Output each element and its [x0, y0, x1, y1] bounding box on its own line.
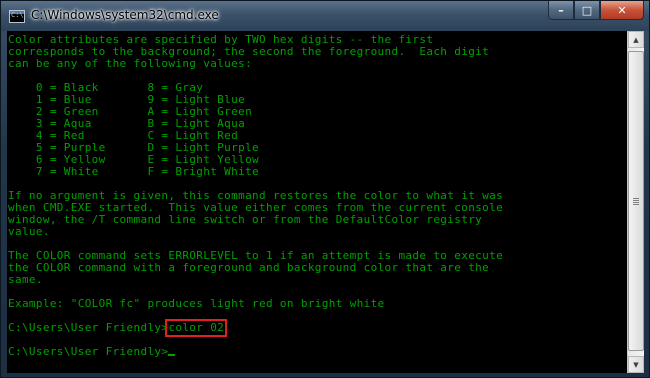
console-text: Color attributes are specified by TWO he…	[7, 31, 627, 358]
scroll-up-button[interactable]: ▲	[628, 31, 644, 48]
maximize-button[interactable]: □	[574, 1, 600, 20]
arrow-down-icon: ▼	[633, 360, 639, 369]
command-text: color 02	[168, 321, 225, 334]
prompt-text: C:\Users\User Friendly>	[8, 345, 169, 358]
close-icon: ✕	[617, 3, 627, 17]
scrollbar-thumb[interactable]	[628, 51, 644, 351]
grip-icon	[633, 198, 639, 205]
prompt-line-2[interactable]: C:\Users\User Friendly>	[8, 346, 627, 358]
console-line: window, the /T command line switch or fr…	[8, 213, 483, 226]
caption-buttons: – □ ✕	[548, 1, 644, 21]
console-line: value.	[8, 225, 50, 238]
maximize-icon: □	[581, 3, 593, 17]
cmd-window: C:\ C:\Windows\system32\cmd.exe – □ ✕ Co…	[0, 0, 650, 378]
console-line: same.	[8, 273, 43, 286]
console-line: the COLOR command with a foreground and …	[8, 261, 490, 274]
highlighted-command: color 02	[165, 319, 228, 337]
cmd-console-icon[interactable]: C:\	[9, 10, 25, 23]
vertical-scrollbar[interactable]: ▲ ▼	[627, 31, 644, 373]
example-line: Example: "COLOR fc" produces light red o…	[8, 297, 385, 310]
title-bar[interactable]: C:\ C:\Windows\system32\cmd.exe – □ ✕	[1, 1, 649, 31]
console-line: can be any of the following values:	[8, 57, 253, 70]
prompt-line-1: C:\Users\User Friendly>color 02	[8, 319, 627, 337]
prompt-text: C:\Users\User Friendly>	[8, 321, 169, 334]
icon-prompt-text: C:\	[11, 11, 24, 19]
text-cursor	[168, 354, 176, 356]
minimize-icon: –	[558, 3, 564, 17]
color-table-row: 7 = White F = Bright White	[8, 165, 260, 178]
minimize-button[interactable]: –	[548, 1, 574, 20]
close-button[interactable]: ✕	[600, 1, 644, 20]
window-title: C:\Windows\system32\cmd.exe	[31, 8, 219, 22]
arrow-up-icon: ▲	[633, 35, 639, 44]
scroll-down-button[interactable]: ▼	[628, 356, 644, 373]
console-output-area[interactable]: Color attributes are specified by TWO he…	[7, 31, 627, 373]
